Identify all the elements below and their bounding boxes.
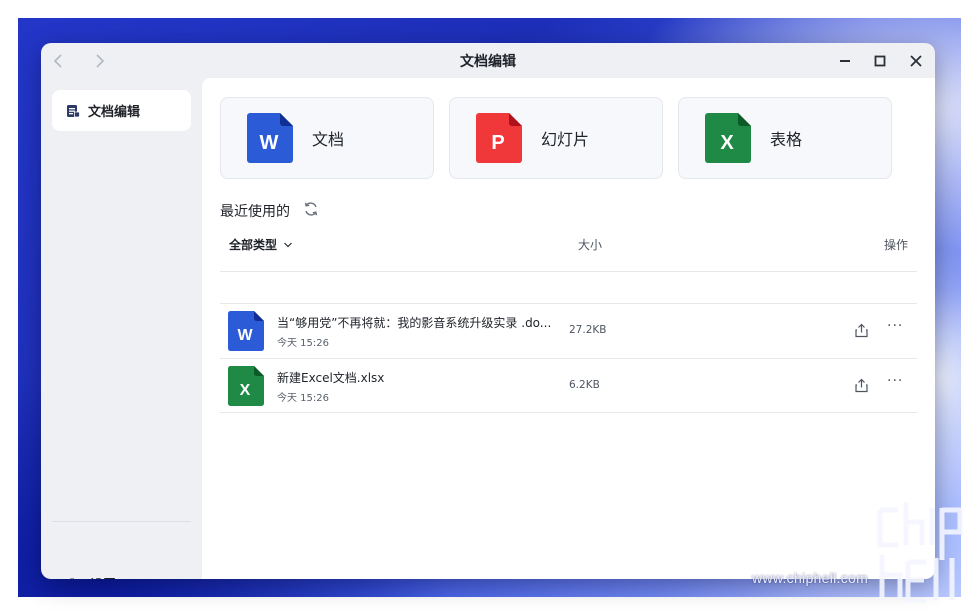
sidebar: 文档编辑 设置 [41, 78, 202, 579]
close-icon [910, 55, 922, 67]
chevron-down-icon [284, 242, 292, 247]
close-button[interactable] [906, 51, 926, 71]
file-time: 今天 15:26 [277, 338, 329, 349]
title-bar: 文档编辑 [41, 43, 935, 78]
refresh-icon [304, 202, 318, 216]
app-window: 文档编辑 文档编辑 设置 [41, 43, 935, 579]
table-row[interactable]: X 新建Excel文档.xlsx 今天 15:26 6.2KB ··· [220, 359, 917, 413]
window-title: 文档编辑 [460, 54, 516, 70]
gear-icon [70, 577, 77, 579]
refresh-button[interactable] [303, 201, 319, 217]
word-file-icon: W [228, 311, 264, 351]
file-name: 当“够用党”不再将就：我的影音系统升级实录 .do... [277, 316, 552, 330]
type-filter-label: 全部类型 [229, 238, 278, 252]
row-divider [220, 412, 917, 413]
maximize-button[interactable] [870, 51, 890, 71]
settings-label: 设置 [90, 574, 116, 579]
new-spreadsheet-card[interactable]: X 表格 [678, 97, 892, 179]
file-name: 新建Excel文档.xlsx [277, 371, 385, 385]
new-document-card[interactable]: W 文档 [220, 97, 434, 179]
new-slides-label: 幻灯片 [541, 130, 590, 149]
svg-text:X: X [720, 132, 734, 154]
settings-button[interactable]: 设置 [66, 574, 116, 579]
minimize-button[interactable] [835, 51, 855, 71]
svg-text:W: W [260, 132, 279, 154]
action-column-header: 操作 [884, 238, 909, 252]
svg-text:W: W [237, 327, 253, 344]
excel-file-icon: X [228, 366, 264, 406]
maximize-icon [874, 55, 886, 67]
recent-title: 最近使用的 [220, 204, 290, 220]
excel-file-icon: X [705, 113, 751, 163]
share-icon [855, 323, 868, 338]
share-button[interactable] [854, 378, 869, 393]
chiphell-logo [877, 502, 963, 603]
more-options-button[interactable]: ··· [887, 318, 903, 334]
new-document-label: 文档 [312, 130, 345, 149]
size-column-header: 大小 [578, 238, 603, 252]
minimize-icon [840, 60, 850, 62]
file-time: 今天 15:26 [277, 393, 329, 404]
sidebar-item-document-edit[interactable]: 文档编辑 [52, 90, 191, 131]
share-icon [855, 378, 868, 393]
table-row[interactable]: W 当“够用党”不再将就：我的影音系统升级实录 .do... 今天 15:26 … [220, 304, 917, 358]
main-panel: W 文档 P 幻灯片 X 表格 最近使用的 全部类型 大小 操作 W 当“够用党… [202, 78, 935, 579]
file-size: 6.2KB [569, 379, 600, 391]
svg-text:X: X [240, 382, 251, 399]
more-options-button[interactable]: ··· [887, 373, 903, 389]
document-edit-icon [67, 104, 80, 117]
watermark-text: www.chiphell.com [752, 570, 869, 586]
new-spreadsheet-label: 表格 [770, 130, 803, 149]
file-size: 27.2KB [569, 324, 607, 336]
svg-text:P: P [491, 132, 504, 154]
share-button[interactable] [854, 323, 869, 338]
word-file-icon: W [247, 113, 293, 163]
sidebar-divider [52, 521, 191, 522]
new-slides-card[interactable]: P 幻灯片 [449, 97, 663, 179]
table-top-divider [220, 271, 917, 272]
sidebar-item-label: 文档编辑 [88, 105, 141, 120]
type-filter-dropdown[interactable]: 全部类型 [229, 236, 293, 253]
ppt-file-icon: P [476, 113, 522, 163]
